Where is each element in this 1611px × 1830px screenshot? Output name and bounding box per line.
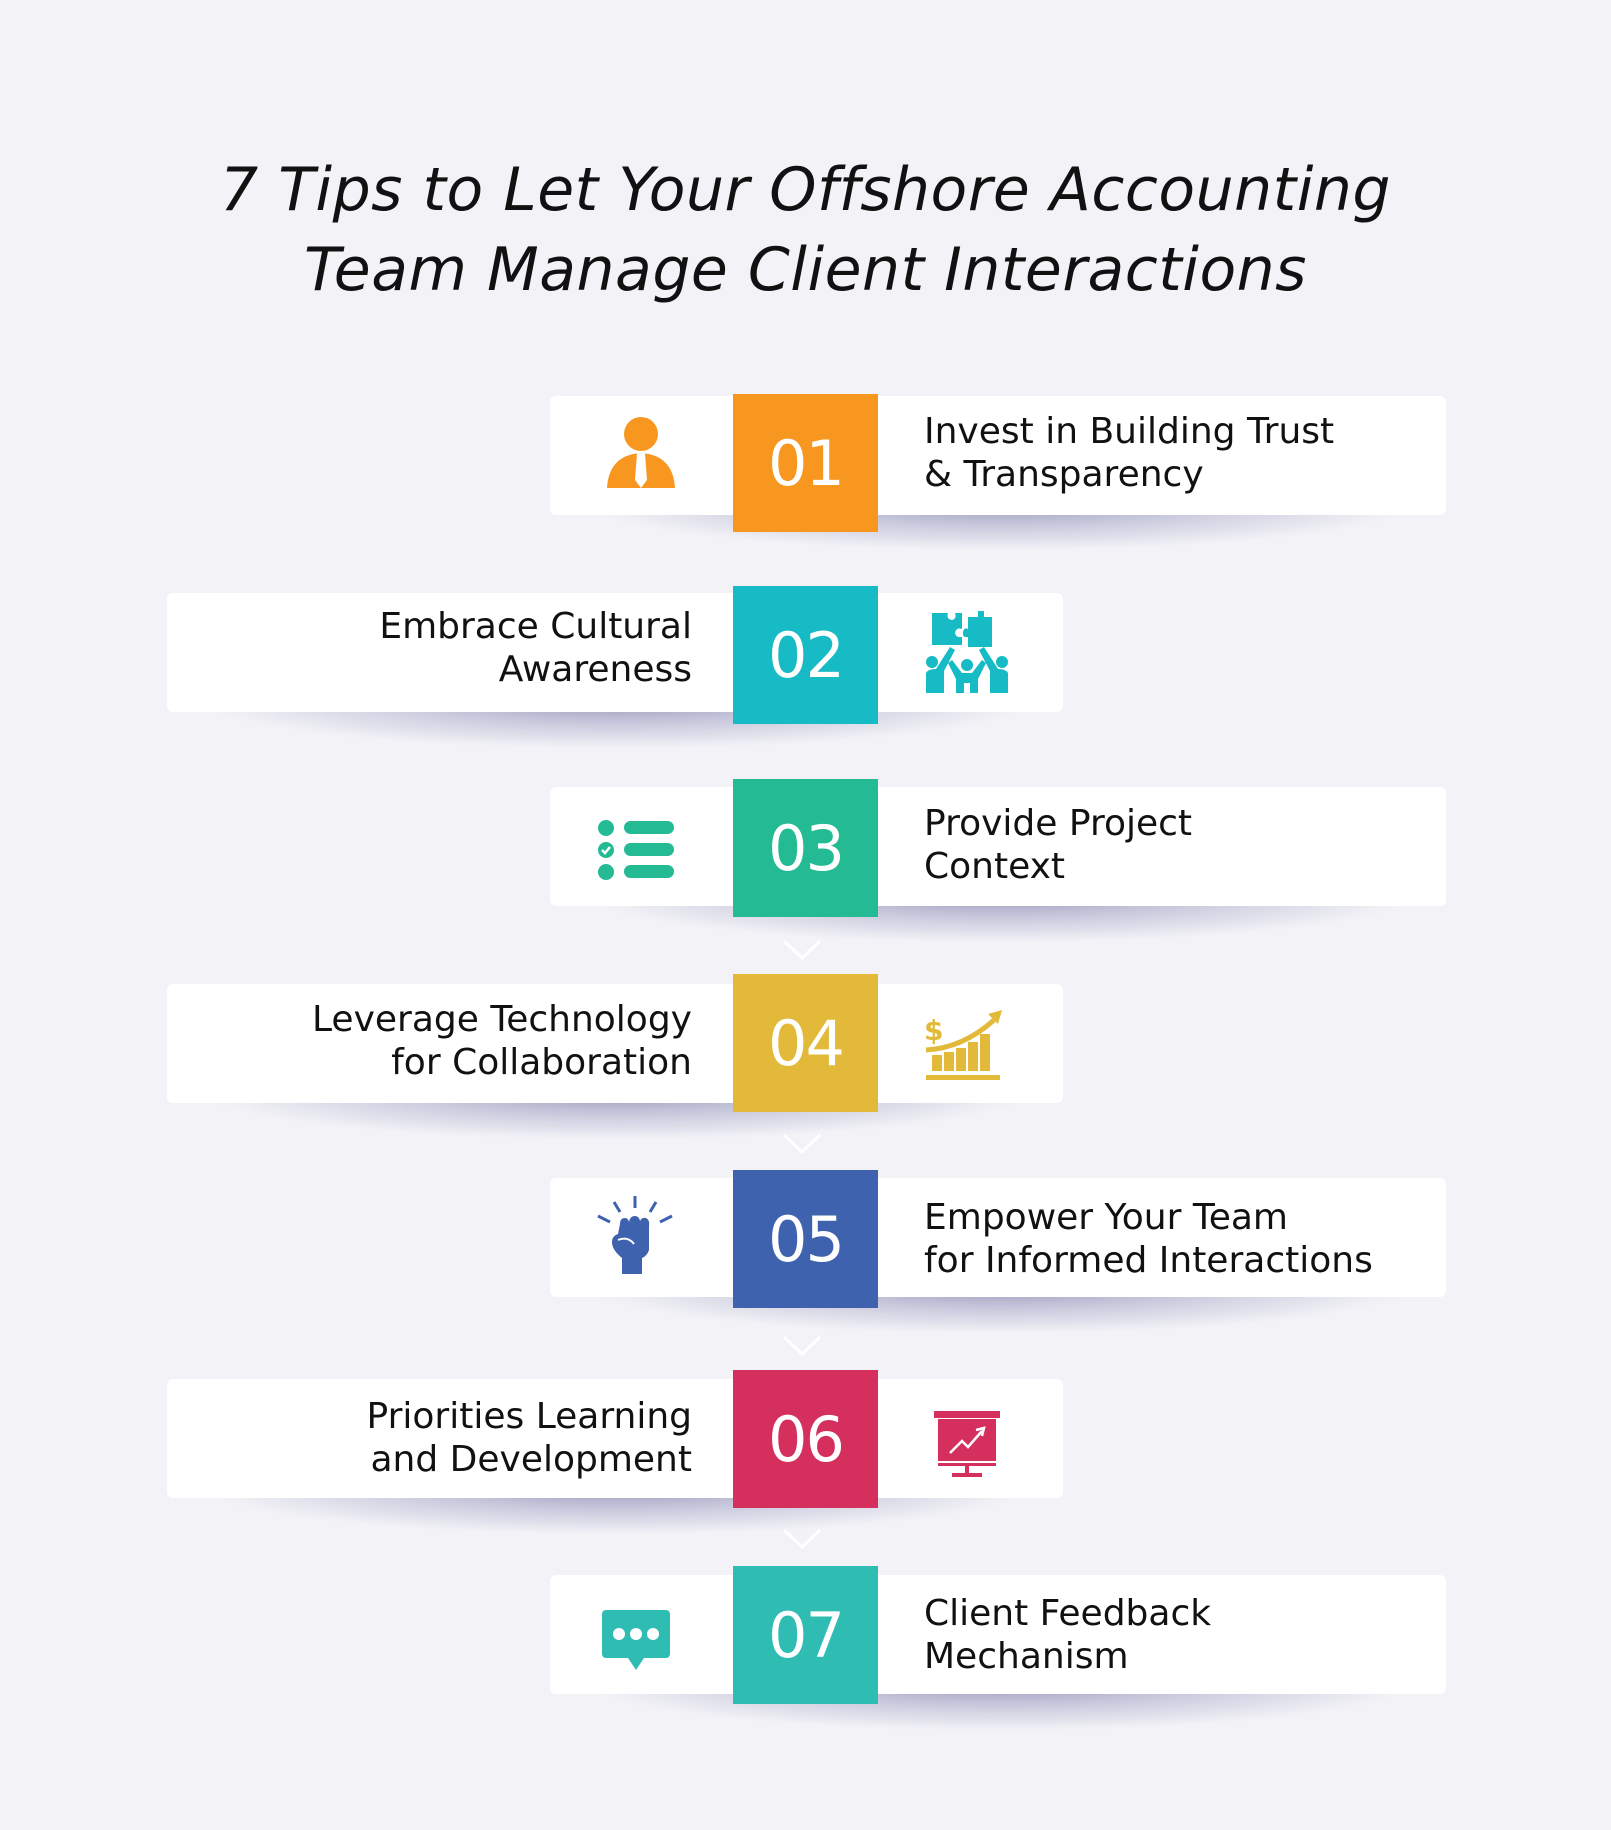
tip-label-line-1: Priorities Learning [366, 1396, 692, 1437]
tip-label: Client Feedback Mechanism [924, 1592, 1211, 1678]
step-number-badge: 03 [733, 779, 878, 917]
chat-bubble-icon [590, 1596, 680, 1686]
tip-label-line-2: Awareness [498, 649, 692, 690]
step-number-badge: 04 [733, 974, 878, 1112]
step-number-badge: 01 [733, 394, 878, 532]
chevron-down-icon [782, 1527, 822, 1551]
tip-label-line-2: and Development [370, 1439, 692, 1480]
team-puzzle-icon [922, 607, 1012, 697]
tip-label-line-2: Mechanism [924, 1636, 1129, 1677]
tip-label-line-1: Provide Project [924, 803, 1193, 844]
tip-label-line-1: Leverage Technology [312, 999, 692, 1040]
tip-label-line-2: Context [924, 846, 1066, 887]
svg-text:$: $ [924, 1014, 943, 1047]
tip-label-line-1: Embrace Cultural [379, 606, 692, 647]
raised-fist-icon [590, 1192, 680, 1282]
tip-label: Priorities Learning and Development [367, 1395, 692, 1481]
title-line-1: 7 Tips to Let Your Offshore Accounting [220, 155, 1391, 225]
tip-label: Provide Project Context [924, 802, 1192, 888]
title-line-2: Team Manage Client Interactions [304, 235, 1307, 305]
step-number-badge: 07 [733, 1566, 878, 1704]
chevron-down-icon [782, 1132, 822, 1156]
tip-label-line-2: for Informed Interactions [924, 1240, 1373, 1281]
chevron-down-icon [782, 1334, 822, 1358]
person-tie-icon [596, 410, 686, 500]
chevron-down-icon [782, 938, 822, 962]
tip-label: Empower Your Team for Informed Interacti… [924, 1196, 1373, 1282]
step-number-badge: 06 [733, 1370, 878, 1508]
tip-label-line-2: & Transparency [924, 454, 1204, 495]
growth-chart-dollar-icon: $ [918, 1000, 1008, 1090]
page-title: 7 Tips to Let Your Offshore Accounting T… [0, 150, 1611, 310]
tip-label: Invest in Building Trust & Transparency [924, 410, 1334, 496]
tip-label-line-1: Client Feedback [924, 1593, 1212, 1634]
step-number-badge: 05 [733, 1170, 878, 1308]
tip-label-line-1: Empower Your Team [924, 1197, 1288, 1238]
tip-label: Embrace Cultural Awareness [379, 605, 692, 691]
tip-label-line-2: for Collaboration [391, 1042, 692, 1083]
step-number-badge: 02 [733, 586, 878, 724]
checklist-icon [592, 805, 682, 895]
presentation-board-icon [922, 1395, 1012, 1485]
tip-label: Leverage Technology for Collaboration [312, 998, 692, 1084]
tip-label-line-1: Invest in Building Trust [924, 411, 1335, 452]
